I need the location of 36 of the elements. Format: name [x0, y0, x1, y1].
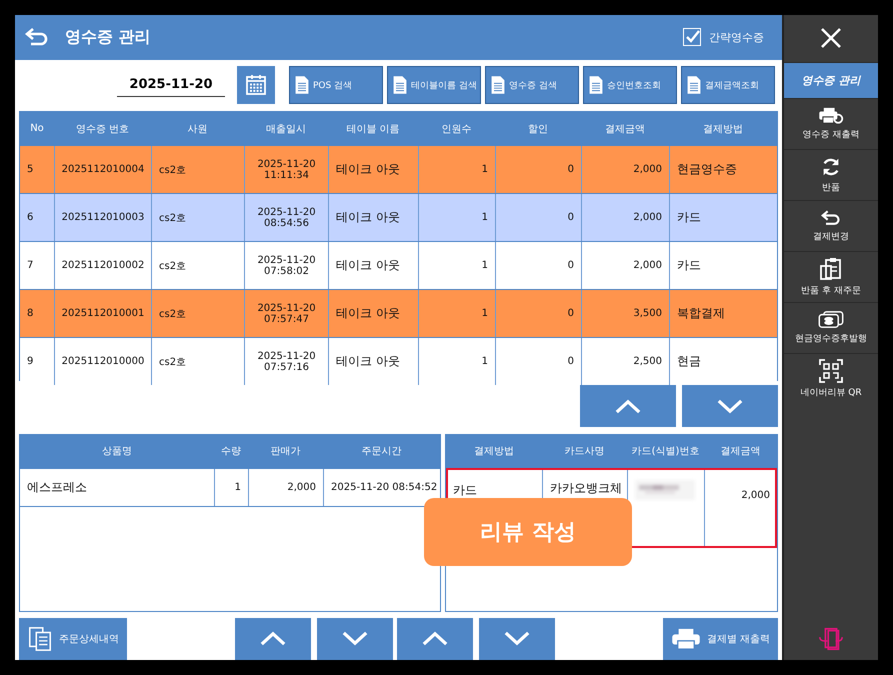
- table-cell: 2,000: [248, 468, 323, 506]
- table-cell: 1: [214, 468, 248, 506]
- column-header: 결제금액: [604, 122, 646, 137]
- column-header: 할인: [527, 122, 549, 137]
- table-cell-text: 6: [26, 211, 34, 226]
- column-header: 영수증 번호: [74, 122, 130, 137]
- table-cell-text: 8: [26, 307, 34, 322]
- column-header: 카드사명: [564, 445, 606, 460]
- table-cell: 카드: [453, 482, 477, 499]
- column-header: 결제방법: [702, 122, 744, 137]
- column-header: 주문시간: [360, 445, 402, 460]
- table-cell: 카카오뱅크체: [550, 480, 622, 497]
- table-cell: cs2호: [151, 338, 244, 386]
- column-header: 수량: [220, 445, 242, 460]
- column-header: 테이블 이름: [345, 122, 401, 137]
- table-cell: 2025-11-20 07:57:16: [244, 338, 328, 386]
- column-header: 카드(식별)번호: [630, 445, 700, 460]
- table-cell-text: 7: [26, 259, 34, 274]
- column-header: 판매가: [270, 445, 302, 460]
- column-header: 매출일시: [265, 122, 307, 137]
- column-header: No: [29, 122, 45, 136]
- column-header: 상품명: [101, 445, 133, 460]
- column-header: 인원수: [440, 122, 472, 137]
- table-cell-text: 에스프레소: [26, 478, 88, 496]
- window-title: 영수증 관리: [65, 26, 151, 48]
- table-cell: 0: [495, 338, 581, 386]
- column-header: 결제금액: [720, 445, 762, 460]
- table-cell-text: 5: [26, 163, 34, 178]
- checkbox-label: 간략영수증: [709, 30, 764, 45]
- table-cell: 테이크 아웃: [328, 338, 418, 386]
- table-cell-text: 9: [26, 355, 34, 370]
- column-header: 결제방법: [473, 445, 515, 460]
- table-cell: 1: [418, 338, 495, 386]
- column-header: 사원: [186, 122, 208, 137]
- table-cell: 2,000: [741, 490, 770, 501]
- table-cell: 2025112010000: [54, 338, 151, 386]
